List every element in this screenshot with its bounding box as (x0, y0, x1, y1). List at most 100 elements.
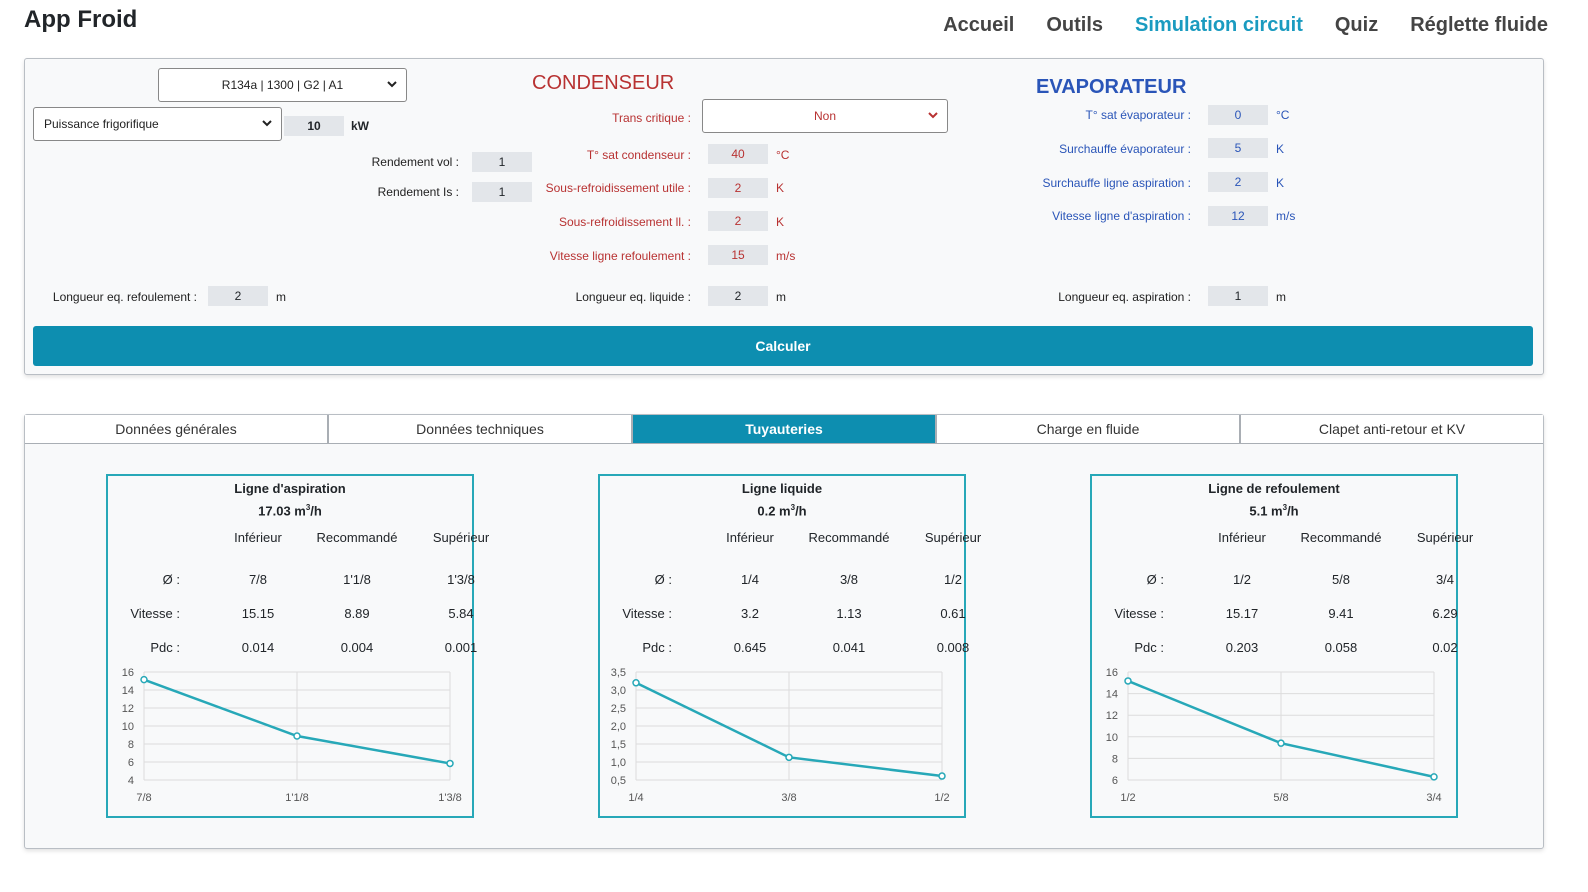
surch-asp-unit: K (1276, 176, 1285, 190)
nav-accueil[interactable]: Accueil (943, 14, 1014, 37)
cell-value: 0.008 (936, 640, 970, 655)
cell-value: 0.001 (444, 640, 478, 655)
calculer-button[interactable]: Calculer (33, 326, 1533, 366)
cell-value: 7/8 (248, 572, 268, 587)
column-header: Recommandé (808, 530, 890, 545)
row-label: Pdc : (642, 640, 672, 655)
y-tick-label: 4 (128, 775, 134, 787)
cell-value: 1/4 (740, 572, 760, 587)
results-tabs: Données générales Données techniques Tuy… (25, 415, 1543, 444)
nav-simulation-circuit[interactable]: Simulation circuit (1135, 14, 1303, 37)
flow-unit: /h (795, 503, 807, 519)
y-tick-label: 8 (1112, 753, 1118, 765)
ligne-liquide-card: Ligne liquide 0.2 m3/h Inférieur Recommandé… (598, 474, 981, 818)
cell-value: 0.645 (733, 640, 767, 655)
cell-value: 6.29 (1432, 606, 1458, 621)
cell-value: 0.203 (1225, 640, 1259, 655)
velocity-chart: 0,5 1,0 1,5 2,0 2,5 3,0 3,5 1/4 3/8 1/2 (611, 667, 950, 804)
results-panel: Données générales Données techniques Tuy… (24, 414, 1544, 849)
cell-value: 3/8 (839, 572, 859, 587)
data-point (938, 772, 946, 780)
rend-is-label: Rendement Is : (377, 185, 459, 199)
fluid-select[interactable]: R134a | 1300 | G2 | A1 (158, 68, 407, 102)
power-value-input[interactable]: 10 (284, 116, 344, 136)
tsat-cond-input[interactable]: 40 (708, 144, 768, 164)
y-tick-label: 6 (128, 757, 134, 769)
y-tick-label: 10 (122, 721, 134, 733)
cell-value: 1'1/8 (343, 572, 371, 587)
tab-charge-en-fluide[interactable]: Charge en fluide (936, 415, 1240, 444)
y-tick-label: 6 (1112, 775, 1118, 787)
vit-asp-unit: m/s (1276, 209, 1296, 223)
cell-value: 5.84 (448, 606, 474, 621)
tab-clapet-anti-retour[interactable]: Clapet anti-retour et KV (1240, 415, 1543, 444)
tab-donnees-generales[interactable]: Données générales (25, 415, 328, 444)
data-point (293, 732, 301, 740)
power-type-select[interactable]: Puissance frigorifique (33, 107, 282, 141)
velocity-chart: 6 8 10 12 14 16 1/2 5/8 3/4 (1106, 667, 1442, 804)
trans-critique-value: Non (813, 109, 836, 123)
x-tick-label: 1/2 (934, 792, 949, 804)
long-ref-label: Longueur eq. refoulement : (52, 290, 197, 304)
flow-value: 0.2 m (757, 503, 791, 519)
cell-value: 9.41 (1328, 606, 1354, 621)
surch-asp-label: Surchauffe ligne aspiration : (1042, 176, 1191, 190)
long-asp-unit: m (1276, 290, 1286, 304)
data-point (785, 753, 793, 762)
y-tick-label: 10 (1106, 732, 1118, 744)
flow-unit: /h (1287, 503, 1299, 519)
column-header: Recommandé (316, 530, 398, 545)
tab-donnees-techniques[interactable]: Données techniques (328, 415, 632, 444)
top-navbar: App Froid Accueil Outils Simulation circ… (0, 0, 1588, 58)
ligne-refoulement-card: Ligne de refoulement 5.1 m3/h Inférieur Rec… (1090, 474, 1473, 818)
surch-evap-input[interactable]: 5 (1208, 138, 1268, 158)
cell-value: 0.041 (832, 640, 866, 655)
cell-value: 0.014 (241, 640, 275, 655)
nav-quiz[interactable]: Quiz (1335, 14, 1378, 37)
tsat-cond-label: T° sat condenseur : (586, 148, 691, 162)
card-title: Ligne liquide (741, 481, 823, 496)
vit-ref-input[interactable]: 15 (708, 245, 768, 265)
chevron-down-icon (928, 112, 938, 119)
sr-ll-input[interactable]: 2 (708, 211, 768, 231)
column-header: Supérieur (924, 530, 982, 545)
x-tick-label: 1/2 (1120, 792, 1135, 804)
y-tick-label: 16 (1106, 667, 1118, 679)
vit-asp-input[interactable]: 12 (1208, 206, 1268, 226)
long-asp-input[interactable]: 1 (1208, 286, 1268, 306)
rend-is-input[interactable]: 1 (472, 182, 532, 202)
column-header: Recommandé (1300, 530, 1382, 545)
cell-value: 15.15 (241, 606, 275, 621)
flow-value: 17.03 m (258, 503, 306, 519)
sr-utile-input[interactable]: 2 (708, 178, 768, 198)
y-tick-label: 3,0 (611, 685, 626, 697)
cell-value: 0.058 (1324, 640, 1358, 655)
row-label: Vitesse : (130, 606, 180, 621)
trans-critique-label: Trans critique : (612, 111, 691, 125)
column-header: Inférieur (1218, 530, 1266, 545)
card-flow: 5.1 m3/h (1249, 503, 1299, 519)
y-tick-label: 8 (128, 739, 134, 751)
rend-vol-input[interactable]: 1 (472, 152, 532, 172)
surch-asp-input[interactable]: 2 (1208, 172, 1268, 192)
nav-outils[interactable]: Outils (1046, 14, 1103, 37)
tsat-evap-input[interactable]: 0 (1208, 105, 1268, 125)
vit-ref-unit: m/s (776, 249, 796, 263)
app-title[interactable]: App Froid (24, 6, 137, 34)
cell-value: 1.13 (836, 606, 862, 621)
data-point (140, 675, 148, 684)
y-tick-label: 16 (122, 667, 134, 679)
data-point (446, 759, 454, 768)
cell-value: 0.61 (940, 606, 966, 621)
cell-value: 15.17 (1225, 606, 1259, 621)
long-ref-input[interactable]: 2 (208, 286, 268, 306)
cell-value: 3.2 (740, 606, 760, 621)
sr-utile-label: Sous-refroidissement utile : (545, 181, 691, 195)
trans-critique-select[interactable]: Non (702, 99, 948, 133)
data-point (1124, 677, 1132, 685)
y-tick-label: 0,5 (611, 775, 626, 787)
row-label: Ø : (162, 572, 180, 587)
nav-reglette-fluide[interactable]: Réglette fluide (1410, 14, 1548, 37)
tab-tuyauteries[interactable]: Tuyauteries (632, 415, 936, 444)
long-liq-input[interactable]: 2 (708, 286, 768, 306)
